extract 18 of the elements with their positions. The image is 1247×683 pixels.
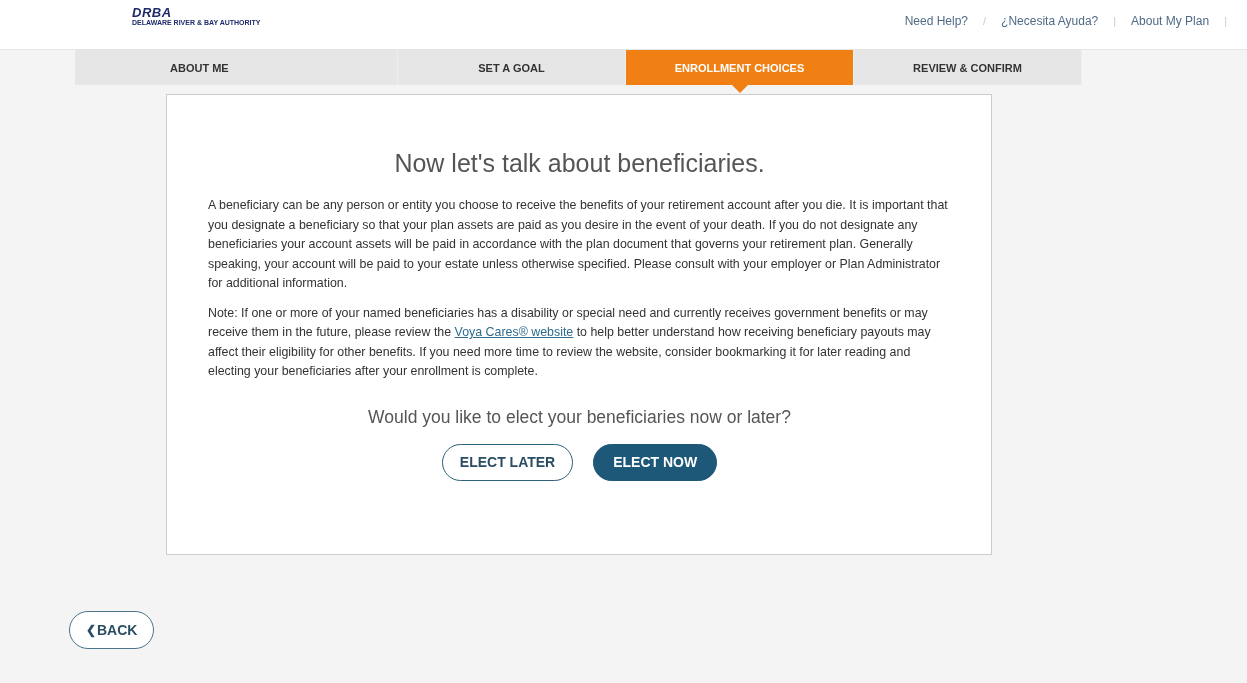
elect-later-button[interactable]: ELECT LATER [441,443,574,481]
back-button[interactable]: ❮BACK [69,611,155,649]
elect-now-button[interactable]: ELECT NOW [593,443,718,481]
separator: / [983,15,987,27]
chevron-left-icon: ❮ [86,623,96,637]
website-link[interactable]: Voya Cares® website [454,325,574,339]
separator: | [1113,15,1117,27]
header-link[interactable]: About My Plan [1131,14,1210,28]
header-link[interactable]: Need Help? [904,14,968,28]
separator: | [1224,15,1227,27]
step-tab[interactable]: SET A GOAL [398,50,626,85]
question: Would you like to elect your beneficiaries now or later? [367,406,792,428]
header-link[interactable]: ¿Necesita Ayuda? [1001,14,1099,28]
heading: Now let's talk about beneficiaries. [393,148,766,178]
step-tab[interactable]: ABOUT ME [75,50,398,85]
paragraph: Note: If one or more of your named beneficiaries has a disability or special need and currently receives government benefits or may receive them in the future, please review the Voya Cares® website to help better understand how receiving beneficiary payouts may affect their eligibility for other benefits. If you need more time to review the website, consider bookmarking it for later reading and electing your beneficiaries after your enrollment is complete. [208,304,932,380]
paragraph: A beneficiary can be any person or entity you choose to receive the benefits of your retirement account after you die. It is important that you designate a beneficiary so that your plan assets are paid as you desire in the event of your death. If you do not designate any beneficiaries your account assets will be paid in accordance with the plan document that governs your retirement plan. Generally speaking, your account will be paid to your estate unless otherwise specified. Please consult with your employer or Plan Administrator for additional information. [208,197,949,292]
step-tab[interactable]: REVIEW & CONFIRM [854,50,1082,85]
